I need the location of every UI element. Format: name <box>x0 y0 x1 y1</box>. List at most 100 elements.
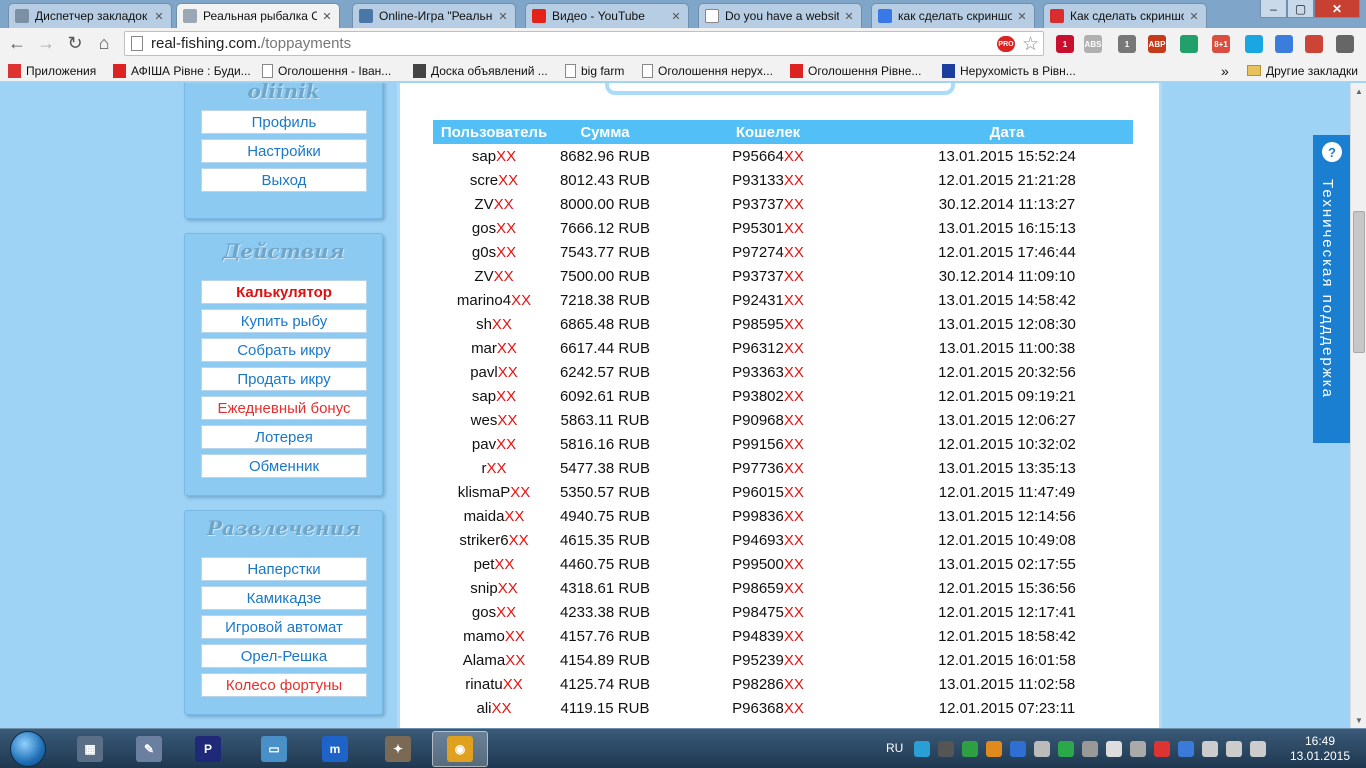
close-icon[interactable]: ✕ <box>321 10 333 23</box>
extension-icon[interactable]: ABS <box>1084 35 1102 53</box>
close-icon[interactable]: ✕ <box>1016 10 1028 23</box>
extension-icon[interactable] <box>1245 35 1263 53</box>
menu-button-profile-0[interactable]: Профиль <box>201 110 367 134</box>
back-icon[interactable]: ← <box>6 32 28 54</box>
pro-extension-icon[interactable]: PRO <box>997 36 1015 52</box>
tab-2[interactable]: Online-Игра "Реальна ✕ <box>352 3 516 28</box>
tray-icon[interactable] <box>1106 741 1122 757</box>
masked-suffix: XX <box>496 219 517 237</box>
menu-button-actions-0[interactable]: Калькулятор <box>201 280 367 304</box>
extension-icon[interactable]: 1 <box>1118 35 1136 53</box>
menu-button-fun-3[interactable]: Орел-Решка <box>201 644 367 668</box>
close-icon[interactable]: ✕ <box>670 10 682 23</box>
tab-0[interactable]: Диспетчер закладок ✕ <box>8 3 172 28</box>
maximize-button[interactable]: ▢ <box>1287 0 1314 18</box>
tray-icon[interactable] <box>1082 741 1098 757</box>
tray-icon[interactable] <box>1154 741 1170 757</box>
other-bookmarks[interactable]: Другие закладки <box>1247 62 1358 79</box>
cell-wallet: P99500XX <box>655 552 881 576</box>
extension-icon[interactable] <box>1180 35 1198 53</box>
bookmark-1[interactable]: АФІША Рівне : Буди... <box>113 62 251 79</box>
taskbar-app-3[interactable]: ▭ <box>246 731 302 767</box>
bookmark-0[interactable]: Приложения <box>8 62 96 79</box>
page-scrollbar[interactable]: ▲ ▼ <box>1350 83 1366 728</box>
close-icon[interactable]: ✕ <box>843 10 855 23</box>
tray-icon[interactable] <box>1178 741 1194 757</box>
tray-icon[interactable] <box>1034 741 1050 757</box>
masked-suffix: XX <box>508 531 529 549</box>
masked-suffix: XX <box>497 411 518 429</box>
scroll-up-icon[interactable]: ▲ <box>1353 85 1365 97</box>
clock[interactable]: 16:49 13.01.2015 <box>1285 734 1355 764</box>
extension-icon[interactable]: 1 <box>1056 35 1074 53</box>
tray-icon[interactable] <box>914 741 930 757</box>
bookmark-5[interactable]: Оголошення нерух... <box>642 62 773 79</box>
tab-1[interactable]: Реальная рыбалка Он ✕ <box>176 3 340 28</box>
bookmark-6[interactable]: Оголошення Рівне... <box>790 62 921 79</box>
close-icon[interactable]: ✕ <box>497 10 509 23</box>
reload-icon[interactable]: ↻ <box>64 32 86 54</box>
menu-button-actions-1[interactable]: Купить рыбу <box>201 309 367 333</box>
bookmark-star-icon[interactable]: ☆ <box>1022 33 1039 56</box>
menu-button-fun-4[interactable]: Колесо фортуны <box>201 673 367 697</box>
taskbar-app-6[interactable]: ◉ <box>432 731 488 767</box>
user-name: rinatu <box>465 675 503 693</box>
menu-button-actions-4[interactable]: Ежедневный бонус <box>201 396 367 420</box>
minimize-button[interactable]: – <box>1260 0 1287 18</box>
menu-button-profile-2[interactable]: Выход <box>201 168 367 192</box>
scroll-thumb[interactable] <box>1353 211 1365 353</box>
menu-button-actions-3[interactable]: Продать икру <box>201 367 367 391</box>
tab-6[interactable]: Как сделать скриншо ✕ <box>1043 3 1207 28</box>
tab-3[interactable]: Видео - YouTube ✕ <box>525 3 689 28</box>
support-tab[interactable]: ? Техническая подддержка <box>1313 135 1350 443</box>
tray-icon[interactable] <box>1250 741 1266 757</box>
extension-icon[interactable] <box>1336 35 1354 53</box>
close-icon[interactable]: ✕ <box>153 10 165 23</box>
menu-button-profile-1[interactable]: Настройки <box>201 139 367 163</box>
taskbar-app-5[interactable]: ✦ <box>370 731 426 767</box>
extension-icon[interactable] <box>1305 35 1323 53</box>
start-button[interactable] <box>10 731 46 767</box>
table-row: ZVXX 7500.00 RUB P93737XX 30.12.2014 11:09:… <box>433 264 1133 288</box>
cell-wallet: P93737XX <box>655 192 881 216</box>
cell-sum: 6865.48 RUB <box>559 315 651 333</box>
tab-5[interactable]: как сделать скриншо ✕ <box>871 3 1035 28</box>
close-icon[interactable]: ✕ <box>1188 10 1200 23</box>
tray-icon[interactable] <box>1058 741 1074 757</box>
extension-icon[interactable]: ABP <box>1148 35 1166 53</box>
tray-icon[interactable] <box>986 741 1002 757</box>
bookmark-4[interactable]: big farm <box>565 62 624 79</box>
taskbar-app-0[interactable]: ▦ <box>62 731 118 767</box>
bookmark-2[interactable]: Оголошення - Іван... <box>262 62 391 79</box>
tray-icon[interactable] <box>962 741 978 757</box>
menu-button-actions-5[interactable]: Лотерея <box>201 425 367 449</box>
language-indicator[interactable]: RU <box>886 741 903 755</box>
menu-button-fun-2[interactable]: Игровой автомат <box>201 615 367 639</box>
user-name: pet <box>473 555 495 573</box>
tab-4[interactable]: Do you have a website ✕ <box>698 3 862 28</box>
home-icon[interactable]: ⌂ <box>93 32 115 54</box>
tray-icon[interactable] <box>1010 741 1026 757</box>
user-name: ZV <box>474 195 494 213</box>
extension-icon[interactable]: 8+1 <box>1212 35 1230 53</box>
window-close-button[interactable]: ✕ <box>1314 0 1360 18</box>
tray-icon[interactable] <box>938 741 954 757</box>
menu-button-fun-0[interactable]: Наперстки <box>201 557 367 581</box>
menu-button-actions-2[interactable]: Собрать икру <box>201 338 367 362</box>
address-bar[interactable]: real-fishing.com./toppayments PRO ☆ <box>124 31 1044 56</box>
taskbar-app-4[interactable]: m <box>307 731 363 767</box>
menu-button-actions-6[interactable]: Обменник <box>201 454 367 478</box>
tray-icon[interactable] <box>1202 741 1218 757</box>
taskbar-app-1[interactable]: ✎ <box>121 731 177 767</box>
url-host: real-fishing.com. <box>151 35 262 52</box>
bookmarks-overflow-button[interactable]: » <box>1221 62 1229 79</box>
tray-icon[interactable] <box>1130 741 1146 757</box>
forward-icon[interactable]: → <box>35 32 57 54</box>
scroll-down-icon[interactable]: ▼ <box>1353 714 1365 726</box>
bookmark-3[interactable]: Доска объявлений ... <box>413 62 548 79</box>
taskbar-app-2[interactable]: P <box>180 731 236 767</box>
bookmark-7[interactable]: Нерухомість в Рівн... <box>942 62 1076 79</box>
menu-button-fun-1[interactable]: Камикадзе <box>201 586 367 610</box>
tray-icon[interactable] <box>1226 741 1242 757</box>
extension-icon[interactable] <box>1275 35 1293 53</box>
